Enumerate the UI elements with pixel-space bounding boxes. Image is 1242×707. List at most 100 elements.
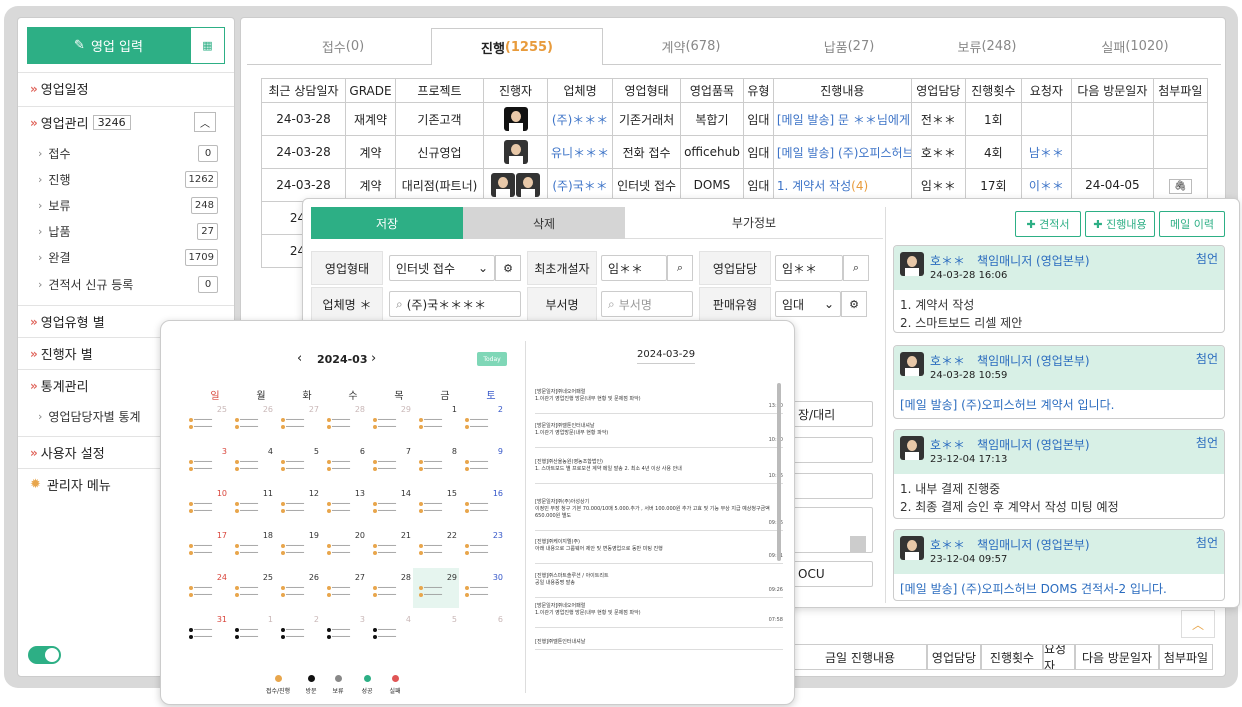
calendar-event[interactable]: ━━━━━━	[419, 543, 463, 549]
tab-contract[interactable]: 계약 (678)	[605, 28, 777, 65]
calendar-day[interactable]: 13	[351, 489, 365, 498]
calendar-day[interactable]: 28	[351, 405, 365, 414]
calendar-day[interactable]: 6	[489, 615, 503, 624]
calendar-event[interactable]: ━━━━━━	[419, 508, 463, 514]
calendar-event[interactable]: ━━━━━━	[281, 417, 325, 423]
calendar-event[interactable]: ━━━━━━	[465, 508, 509, 514]
calendar-day[interactable]: 10	[213, 489, 227, 498]
calendar-day[interactable]: 31	[213, 615, 227, 624]
col-header[interactable]: 최근 상담일자	[261, 78, 346, 103]
calendar-event[interactable]: ━━━━━━	[327, 466, 371, 472]
calendar-event[interactable]: ━━━━━━	[189, 543, 233, 549]
calendar-event[interactable]: ━━━━━━	[465, 417, 509, 423]
calendar-day[interactable]: 3	[213, 447, 227, 456]
col-header[interactable]: 진행횟수	[981, 644, 1043, 670]
sales-type-select[interactable]: 인터넷 접수 ⌄	[389, 255, 495, 281]
calendar-event[interactable]: ━━━━━━	[281, 424, 325, 430]
doc-field[interactable]: OCU	[791, 561, 873, 587]
schedule-item[interactable]: [진행]㈜케이지엘(주) 아래 내용으로 그룹웨어 제안 및 변동영업으로 동반 …	[535, 539, 783, 564]
calendar-day[interactable]: 5	[443, 615, 457, 624]
col-header[interactable]: 진행내용	[772, 78, 912, 103]
calendar-event[interactable]: ━━━━━━	[235, 543, 279, 549]
new-sales-button[interactable]: ✎ 영업 입력	[27, 27, 190, 64]
calendar-event[interactable]: ━━━━━━	[465, 592, 509, 598]
calendar-event[interactable]: ━━━━━━	[327, 550, 371, 556]
quote-button[interactable]: ✚ 견적서	[1015, 211, 1081, 237]
sub-item-new-quote[interactable]: › 견적서 신규 등록 0	[38, 273, 218, 295]
progress-button[interactable]: ✚ 진행내용	[1085, 211, 1155, 237]
calendar-event[interactable]: ━━━━━━	[235, 466, 279, 472]
calendar-day[interactable]: 28	[397, 573, 411, 582]
calendar-day[interactable]: 26	[259, 405, 273, 414]
calendar-event[interactable]: ━━━━━━	[465, 585, 509, 591]
calendar-event[interactable]: ━━━━━━	[419, 585, 463, 591]
calendar-day[interactable]: 8	[443, 447, 457, 456]
company-field[interactable]: ⌕ (주)국＊＊＊＊	[389, 291, 521, 317]
schedule-item[interactable]: [방문일자]㈜네오어패럴 1.이관기 영업진행 방문(내부 현황 및 문제점 파악…	[535, 603, 783, 628]
calendar-event[interactable]: ━━━━━━	[189, 627, 233, 633]
schedule-item[interactable]: [방문일자]㈜네오어패럴 1.이관기 영업진행 방문(내부 현황 및 문제점 파악…	[535, 389, 783, 414]
col-header[interactable]: 첨부파일	[1152, 78, 1208, 103]
calendar-day[interactable]: 26	[305, 573, 319, 582]
calendar-event[interactable]: ━━━━━━	[327, 585, 371, 591]
calendar-event[interactable]: ━━━━━━	[373, 459, 417, 465]
table-row[interactable]: 24-03-28 재계약 기존고객 (주)＊＊＊ 기존거래처 복합기 임대 [메…	[261, 102, 1208, 136]
sales-kind-select[interactable]: 임대 ⌄	[775, 291, 841, 317]
calendar-event[interactable]: ━━━━━━	[189, 466, 233, 472]
schedule-item[interactable]: [방문일자]㈜델톤인터내셔날 1.이관기 영업방문(내부 현황 파악) 10:30	[535, 423, 783, 448]
calendar-event[interactable]: ━━━━━━	[189, 501, 233, 507]
search-icon[interactable]: ⌕	[843, 255, 869, 281]
calendar-day[interactable]: 15	[443, 489, 457, 498]
calendar-day[interactable]: 5	[305, 447, 319, 456]
calendar-event[interactable]: ━━━━━━	[373, 592, 417, 598]
next-month-button[interactable]: ›	[371, 351, 376, 366]
col-header[interactable]: 진행횟수	[964, 78, 1022, 103]
calendar-day[interactable]: 23	[489, 531, 503, 540]
col-header[interactable]: 다음 방문일자	[1070, 78, 1154, 103]
position-field[interactable]: 장/대리	[791, 401, 873, 427]
calendar-event[interactable]: ━━━━━━	[373, 634, 417, 640]
calendar-day[interactable]: 22	[443, 531, 457, 540]
calendar-day[interactable]: 18	[259, 531, 273, 540]
schedule-item[interactable]: [방문일자]㈜(주)아성상기 이정민 부장 청구 기본 70.000/10매 5.…	[535, 499, 783, 531]
delete-tab[interactable]: 삭제	[463, 207, 625, 239]
calendar-event[interactable]: ━━━━━━	[327, 592, 371, 598]
schedule-item[interactable]: [진행]㈜델톤인터내셔날	[535, 639, 783, 650]
col-header[interactable]: 진행자	[483, 78, 548, 103]
col-header[interactable]: 영업형태	[612, 78, 682, 103]
calendar-event[interactable]: ━━━━━━	[465, 501, 509, 507]
sub-item-complete[interactable]: › 완결 1709	[38, 246, 218, 268]
calendar-event[interactable]: ━━━━━━	[235, 627, 279, 633]
tab-hold[interactable]: 보류 (248)	[901, 28, 1073, 65]
sub-item-delivery[interactable]: › 납품 27	[38, 220, 218, 242]
calendar-event[interactable]: ━━━━━━	[465, 543, 509, 549]
calendar-event[interactable]: ━━━━━━	[189, 417, 233, 423]
calendar-day[interactable]: 7	[397, 447, 411, 456]
calendar-event[interactable]: ━━━━━━	[419, 501, 463, 507]
calendar-day[interactable]: 27	[351, 573, 365, 582]
calendar-day[interactable]: 1	[259, 615, 273, 624]
calendar-day[interactable]: 9	[489, 447, 503, 456]
menu-sales-schedule[interactable]: » 영업일정	[18, 72, 234, 104]
table-row[interactable]: 24-03-28 계약 대리점(파트너) (주)국＊＊ 인터넷 접수 DOMS …	[261, 168, 1208, 202]
calendar-event[interactable]: ━━━━━━	[327, 508, 371, 514]
calendar-day[interactable]: 20	[351, 531, 365, 540]
col-header[interactable]: 영업담당	[910, 78, 966, 103]
calendar-event[interactable]: ━━━━━━	[373, 501, 417, 507]
calendar-event[interactable]: ━━━━━━	[189, 550, 233, 556]
calendar-event[interactable]: ━━━━━━	[189, 634, 233, 640]
save-tab[interactable]: 저장	[311, 207, 463, 239]
calendar-event[interactable]: ━━━━━━	[373, 466, 417, 472]
sub-item-reception[interactable]: › 접수 0	[38, 142, 218, 164]
calendar-day[interactable]: 2	[489, 405, 503, 414]
menu-sales-management[interactable]: » 영업관리 3246 ︿	[18, 106, 234, 138]
calendar-day[interactable]: 4	[259, 447, 273, 456]
calendar-event[interactable]: ━━━━━━	[327, 543, 371, 549]
calendar-event[interactable]: ━━━━━━	[235, 417, 279, 423]
grid-view-button[interactable]: ▦	[190, 27, 225, 64]
calendar-day[interactable]: 12	[305, 489, 319, 498]
calendar-day[interactable]: 2	[305, 615, 319, 624]
form-field[interactable]	[791, 437, 873, 463]
calendar-event[interactable]: ━━━━━━	[465, 424, 509, 430]
calendar-event[interactable]: ━━━━━━	[465, 550, 509, 556]
